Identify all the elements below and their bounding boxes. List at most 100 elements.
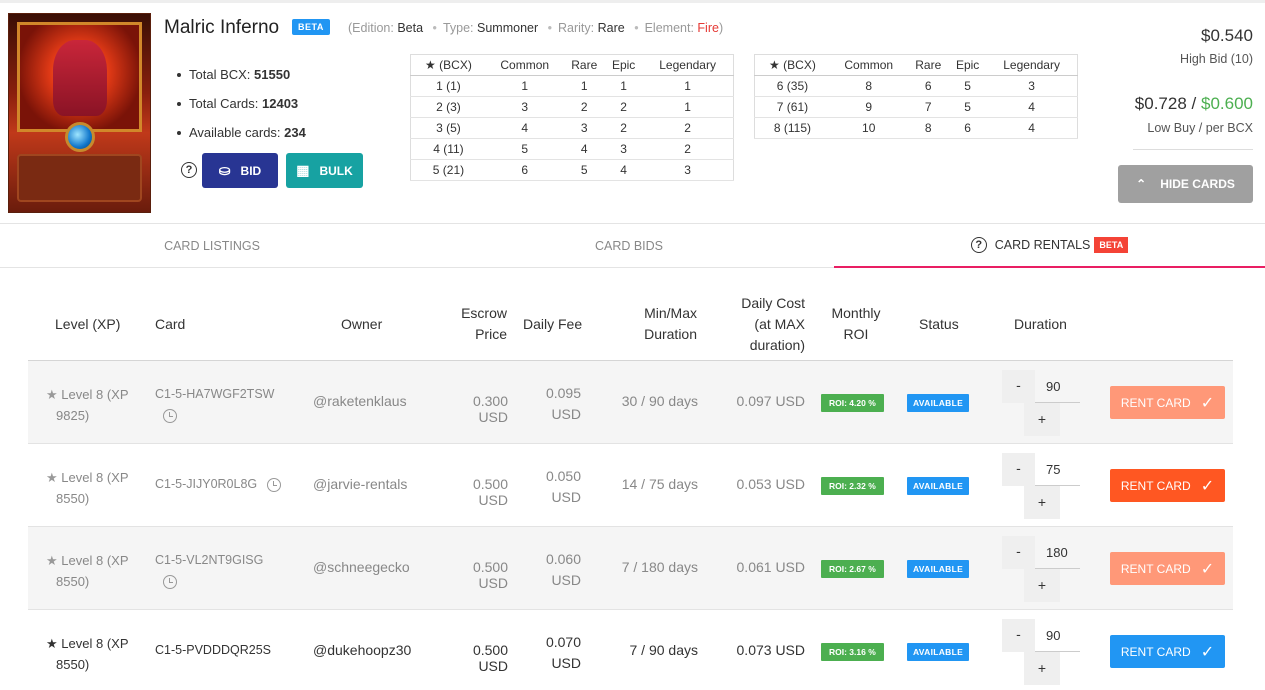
tab-card-listings[interactable]: CARD LISTINGS bbox=[0, 224, 424, 268]
table-row: 5 (21) 6 5 4 3 bbox=[410, 159, 734, 181]
card-id[interactable]: C1-5-VL2NT9GISG bbox=[155, 550, 263, 592]
card-id[interactable]: C1-5-PVDDDQR25S bbox=[155, 643, 271, 657]
table-cell: 4 bbox=[485, 117, 564, 139]
stat-available-cards: Available cards: 234 bbox=[177, 118, 306, 147]
rent-card-button[interactable]: RENT CARD ✓ bbox=[1110, 469, 1225, 502]
duration-input[interactable]: 90 bbox=[1035, 619, 1080, 652]
table-cell: 1 (1) bbox=[410, 75, 486, 97]
bcx-header-legendary: Legendary bbox=[642, 54, 734, 76]
tab-bar: CARD LISTINGS CARD BIDS ? CARD RENTALS B… bbox=[0, 223, 1265, 268]
col-daily-fee[interactable]: Daily Fee bbox=[523, 314, 582, 335]
roi-badge: ROI: 4.20 % bbox=[821, 394, 884, 412]
bcx-header-rare: Rare bbox=[907, 54, 950, 76]
low-buy-price: $0.728 / $0.600 bbox=[1134, 94, 1253, 113]
owner-link[interactable]: @jarvie-rentals bbox=[313, 476, 407, 492]
table-cell: 5 bbox=[485, 138, 564, 160]
table-row: ★ Level 8 (XP 8550) C1-5-JIJY0R0L8G @jarv… bbox=[28, 444, 1233, 527]
alarm-clock-icon bbox=[163, 408, 177, 423]
table-cell: 10 bbox=[829, 117, 908, 139]
table-cell: 5 bbox=[949, 96, 987, 118]
rent-card-button[interactable]: RENT CARD ✓ bbox=[1110, 552, 1225, 585]
star-icon: ★ bbox=[46, 636, 58, 651]
card-gem-icon bbox=[65, 122, 95, 152]
card-stats: Total BCX: 51550 Total Cards: 12403 Avai… bbox=[177, 60, 306, 147]
bcx-header-rare: Rare bbox=[563, 54, 606, 76]
bcx-table-right: ★ (BCX) Common Rare Epic Legendary 6 (35… bbox=[754, 54, 1078, 139]
table-cell: 5 (21) bbox=[410, 159, 486, 181]
escrow-price: 0.300 USD bbox=[472, 393, 508, 425]
table-cell: 3 bbox=[605, 138, 643, 160]
check-icon: ✓ bbox=[1200, 394, 1215, 412]
duration-increment-button[interactable]: + bbox=[1024, 486, 1060, 519]
card-id[interactable]: C1-5-HA7WGF2TSW bbox=[155, 384, 274, 426]
duration-input[interactable]: 180 bbox=[1035, 536, 1080, 569]
stat-total-bcx: Total BCX: 51550 bbox=[177, 60, 306, 89]
table-row: ★ Level 8 (XP 8550) C1-5-VL2NT9GISG @schn… bbox=[28, 527, 1233, 610]
duration-increment-button[interactable]: + bbox=[1024, 403, 1060, 436]
daily-fee: 0.060 USD bbox=[545, 551, 581, 588]
owner-link[interactable]: @dukehoopz30 bbox=[313, 642, 411, 658]
col-owner[interactable]: Owner bbox=[341, 314, 382, 335]
high-bid-label: High Bid (10) bbox=[1180, 52, 1253, 66]
card-title: Malric Inferno bbox=[164, 17, 280, 38]
help-icon[interactable]: ? bbox=[181, 162, 197, 178]
table-row: 7 (61) 9 7 5 4 bbox=[754, 96, 1078, 118]
card-id[interactable]: C1-5-JIJY0R0L8G bbox=[155, 477, 281, 492]
owner-link[interactable]: @schneegecko bbox=[313, 559, 410, 575]
bcx-table-left: ★ (BCX) Common Rare Epic Legendary 1 (1)… bbox=[410, 54, 734, 181]
table-row: 2 (3) 3 2 2 1 bbox=[410, 96, 734, 118]
bulk-button[interactable]: ▦ BULK bbox=[286, 153, 363, 188]
hide-cards-button[interactable]: ⌃ HIDE CARDS bbox=[1118, 165, 1253, 203]
beta-badge: BETA bbox=[292, 19, 330, 35]
status-badge: AVAILABLE bbox=[907, 477, 970, 495]
bcx-header-common: Common bbox=[485, 54, 564, 76]
table-cell: 4 bbox=[986, 96, 1078, 118]
check-icon: ✓ bbox=[1200, 477, 1215, 495]
col-level[interactable]: Level (XP) bbox=[55, 314, 120, 335]
status-badge: AVAILABLE bbox=[907, 394, 970, 412]
bid-button[interactable]: ⛀ BID bbox=[202, 153, 278, 188]
min-max-duration: 7 / 180 days bbox=[621, 559, 698, 575]
check-icon: ✓ bbox=[1200, 560, 1215, 578]
check-icon: ✓ bbox=[1200, 643, 1215, 661]
col-escrow[interactable]: Escrow Price bbox=[440, 303, 507, 345]
rentals-table: Level (XP) Card Owner Escrow Price Daily … bbox=[28, 283, 1233, 690]
duration-increment-button[interactable]: + bbox=[1024, 652, 1060, 685]
bcx-header-epic: Epic bbox=[605, 54, 643, 76]
rent-card-button[interactable]: RENT CARD ✓ bbox=[1110, 386, 1225, 419]
bcx-header-level: ★ (BCX) bbox=[754, 54, 830, 76]
duration-input[interactable]: 75 bbox=[1035, 453, 1080, 486]
tab-card-bids[interactable]: CARD BIDS bbox=[424, 224, 834, 268]
table-cell: 3 bbox=[642, 159, 734, 181]
col-monthly-roi[interactable]: Monthly ROI bbox=[828, 303, 884, 345]
duration-decrement-button[interactable]: - bbox=[1002, 619, 1035, 652]
help-icon[interactable]: ? bbox=[970, 237, 987, 253]
star-icon: ★ bbox=[46, 470, 58, 485]
duration-input[interactable]: 90 bbox=[1035, 370, 1080, 403]
table-cell: 9 bbox=[829, 96, 908, 118]
beta-badge: BETA bbox=[1094, 237, 1129, 253]
daily-fee: 0.050 USD bbox=[545, 468, 581, 505]
card-image[interactable] bbox=[8, 13, 151, 213]
min-max-duration: 14 / 75 days bbox=[621, 476, 698, 492]
star-icon: ★ bbox=[46, 387, 58, 402]
col-card[interactable]: Card bbox=[155, 314, 185, 335]
table-cell: 4 (11) bbox=[410, 138, 486, 160]
duration-decrement-button[interactable]: - bbox=[1002, 453, 1035, 486]
table-cell: 6 (35) bbox=[754, 75, 830, 97]
tab-card-rentals[interactable]: ? CARD RENTALS BETA bbox=[834, 224, 1265, 268]
col-duration[interactable]: Duration bbox=[1014, 314, 1067, 335]
duration-decrement-button[interactable]: - bbox=[1002, 536, 1035, 569]
roi-badge: ROI: 3.16 % bbox=[821, 643, 884, 661]
duration-increment-button[interactable]: + bbox=[1024, 569, 1060, 602]
table-cell: 2 bbox=[605, 117, 643, 139]
high-bid-price: $0.540 bbox=[1201, 26, 1253, 45]
table-cell: 5 bbox=[949, 75, 987, 97]
col-status[interactable]: Status bbox=[919, 314, 959, 335]
col-daily-cost[interactable]: Daily Cost (at MAX duration) bbox=[728, 293, 805, 356]
col-min-max[interactable]: Min/Max Duration bbox=[618, 303, 697, 345]
rentals-header: Level (XP) Card Owner Escrow Price Daily … bbox=[28, 283, 1233, 361]
owner-link[interactable]: @raketenklaus bbox=[313, 393, 407, 409]
duration-decrement-button[interactable]: - bbox=[1002, 370, 1035, 403]
rent-card-button[interactable]: RENT CARD ✓ bbox=[1110, 635, 1225, 668]
